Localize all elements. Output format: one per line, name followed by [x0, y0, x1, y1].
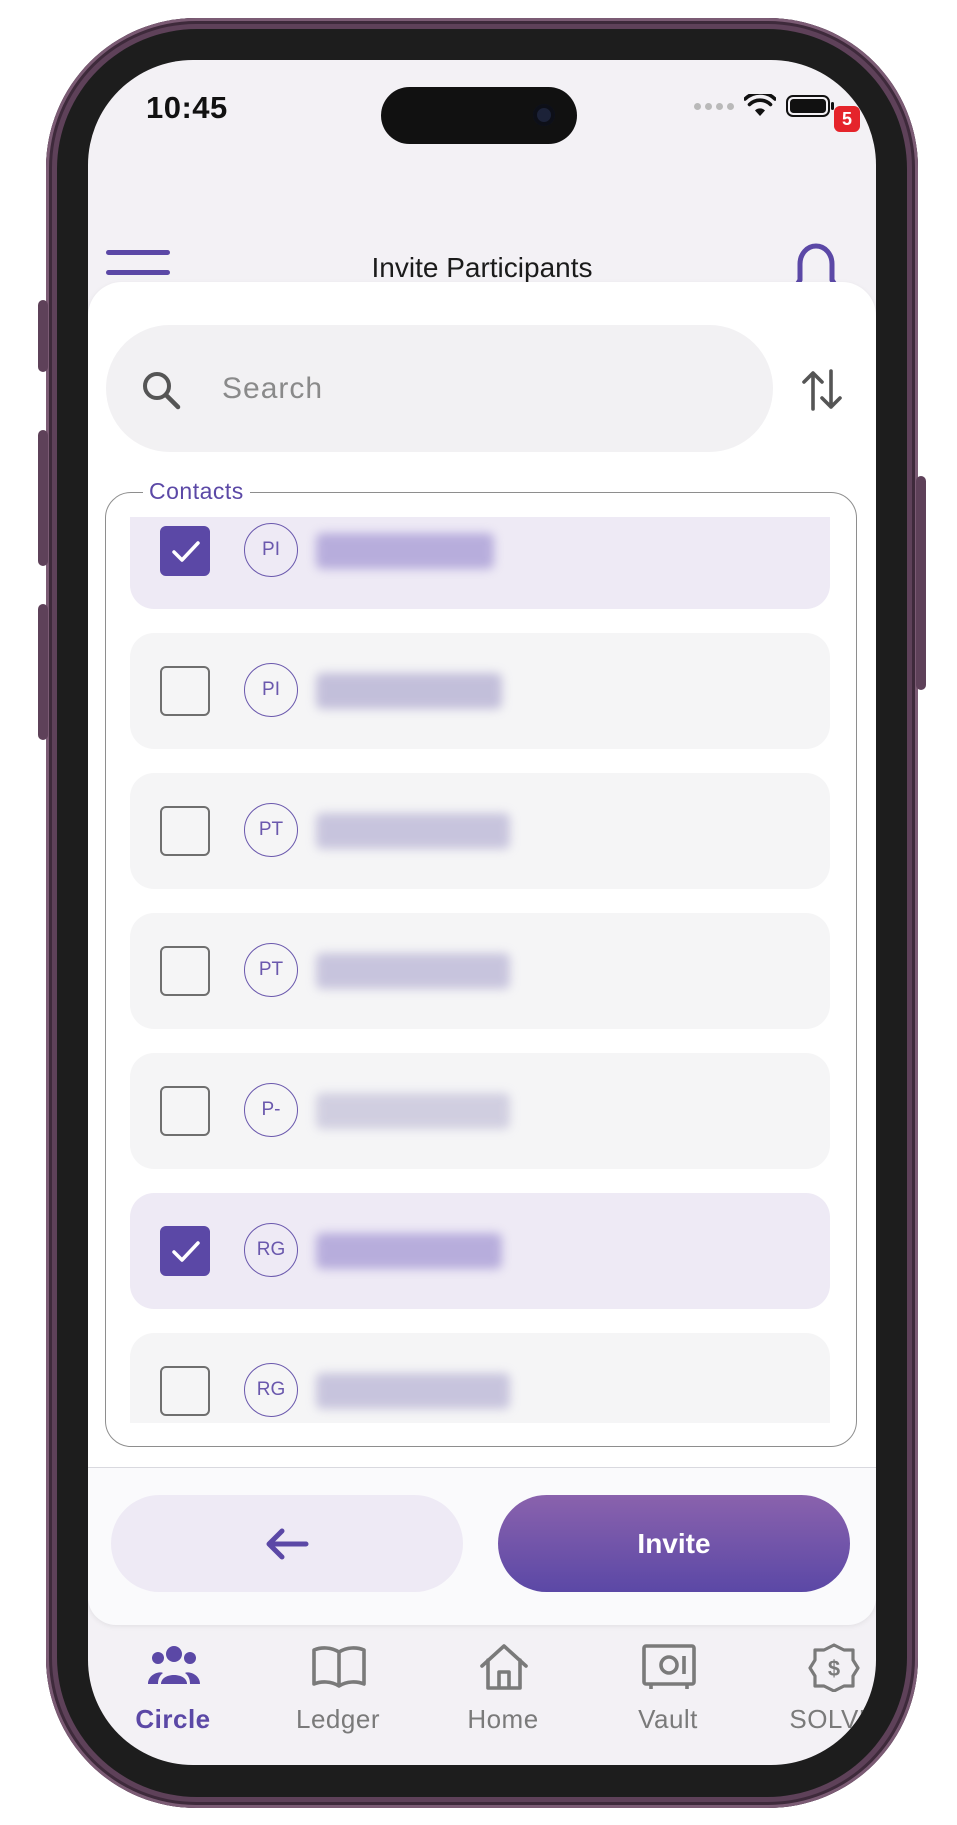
checkbox[interactable]: [160, 1366, 210, 1416]
invite-card: Contacts PI PI PT: [88, 282, 876, 1625]
search-icon: [143, 372, 181, 410]
safe-icon: [642, 1644, 696, 1689]
camera-icon: [533, 104, 555, 126]
svg-text:$: $: [828, 1656, 840, 1681]
checkbox-checked[interactable]: [160, 1226, 210, 1276]
home-icon: [480, 1644, 528, 1690]
action-bar: Invite: [88, 1467, 876, 1625]
notification-badge: 5: [834, 106, 860, 132]
solve-icon: $: [808, 1643, 860, 1692]
side-button-volume-down: [38, 604, 48, 740]
check-icon: [172, 1241, 200, 1262]
side-button-power: [916, 476, 926, 690]
arrow-left-icon: [266, 1528, 309, 1560]
nav-label: Ledger: [296, 1704, 380, 1734]
back-button[interactable]: [111, 1495, 463, 1592]
contacts-legend: Contacts: [143, 478, 250, 505]
contacts-list[interactable]: PI PI PT PT P- RG RG: [130, 517, 830, 1423]
contact-row[interactable]: PI: [130, 633, 830, 749]
avatar: P-: [244, 1083, 298, 1137]
contact-name-redacted: [316, 673, 502, 709]
checkbox[interactable]: [160, 806, 210, 856]
checkbox[interactable]: [160, 946, 210, 996]
contact-row[interactable]: PT: [130, 773, 830, 889]
people-icon: [148, 1646, 200, 1684]
status-time: 10:45: [146, 90, 228, 125]
nav-item-ledger[interactable]: Ledger: [273, 1642, 403, 1742]
contact-name-redacted: [316, 953, 510, 989]
battery-icon: [786, 95, 834, 117]
screen: 10:45 Invite Participants 5 Search Conta…: [88, 60, 876, 1765]
checkbox-checked[interactable]: [160, 526, 210, 576]
avatar: PT: [244, 943, 298, 997]
avatar: RG: [244, 1223, 298, 1277]
sort-icon[interactable]: [800, 367, 844, 413]
avatar: PI: [244, 663, 298, 717]
book-icon: [312, 1646, 366, 1688]
search-input[interactable]: [220, 355, 744, 423]
contact-row[interactable]: P-: [130, 1053, 830, 1169]
contact-row[interactable]: PT: [130, 913, 830, 1029]
nav-label: SOLVE: [789, 1704, 876, 1734]
contact-name-redacted: [316, 1373, 510, 1409]
nav-item-solve[interactable]: $ SOLVE: [768, 1642, 876, 1742]
contacts-group: Contacts PI PI PT PT P- RG RG: [105, 478, 857, 1447]
wifi-icon: [744, 94, 776, 116]
contact-name-redacted: [316, 1093, 510, 1129]
nav-label: Home: [467, 1704, 539, 1734]
avatar: PI: [244, 523, 298, 577]
avatar: RG: [244, 1363, 298, 1417]
invite-button[interactable]: Invite: [498, 1495, 850, 1592]
contact-name-redacted: [316, 1233, 502, 1269]
side-button-volume-up: [38, 430, 48, 566]
checkbox[interactable]: [160, 1086, 210, 1136]
nav-label: Circle: [135, 1704, 211, 1734]
bottom-nav: Circle Ledger Home Vault $ SOLVE: [88, 1642, 876, 1765]
contact-name-redacted: [316, 533, 494, 569]
page-title: Invite Participants: [371, 252, 593, 283]
nav-label: Vault: [638, 1704, 698, 1734]
avatar: PT: [244, 803, 298, 857]
side-button-action: [38, 300, 48, 372]
contact-name-redacted: [316, 813, 510, 849]
nav-item-circle[interactable]: Circle: [108, 1642, 238, 1742]
contact-row[interactable]: PI: [130, 517, 830, 609]
search-bar[interactable]: [106, 325, 773, 452]
contact-row[interactable]: RG: [130, 1333, 830, 1423]
dynamic-island: [381, 87, 577, 144]
nav-item-home[interactable]: Home: [438, 1642, 568, 1742]
checkbox[interactable]: [160, 666, 210, 716]
status-icons: [694, 94, 836, 118]
contact-row[interactable]: RG: [130, 1193, 830, 1309]
signal-icon: [694, 102, 734, 110]
nav-item-vault[interactable]: Vault: [603, 1642, 733, 1742]
check-icon: [172, 541, 200, 562]
